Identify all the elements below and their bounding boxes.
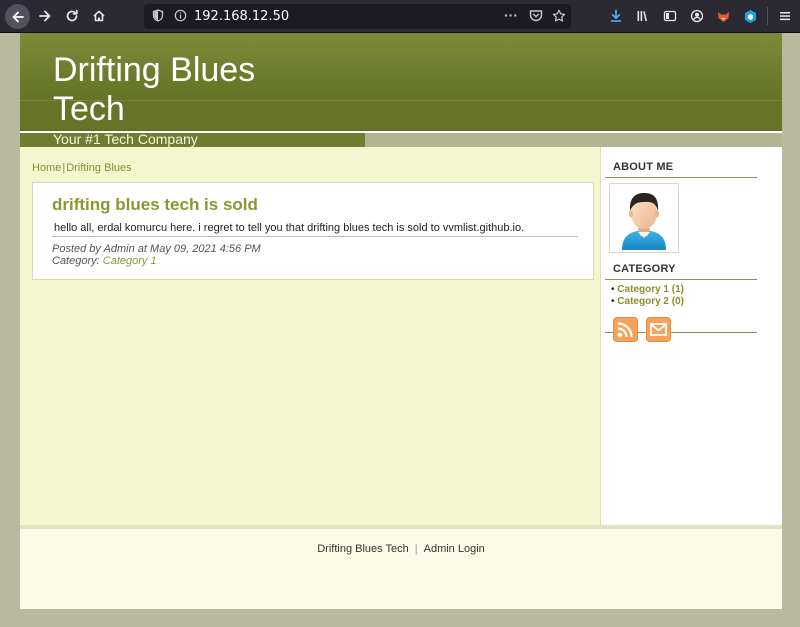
post-divider bbox=[52, 236, 578, 237]
admin-login-link[interactable]: Admin Login bbox=[424, 543, 485, 555]
main-content: Home|Drifting Blues drifting blues tech … bbox=[20, 147, 600, 525]
home-icon bbox=[93, 10, 105, 22]
post-title[interactable]: drifting blues tech is sold bbox=[52, 195, 258, 215]
category-heading: CATEGORY bbox=[613, 263, 676, 275]
site-info-icon[interactable] bbox=[174, 9, 187, 27]
list-item: • Category 2 (0) bbox=[611, 296, 684, 308]
breadcrumb-home-link[interactable]: Home bbox=[32, 162, 61, 174]
download-icon bbox=[611, 9, 621, 22]
url-bar[interactable]: 192.168.12.50 ··· bbox=[144, 4, 571, 29]
sidebar: ABOUT ME CATEGORY • Category 1 (1) • Cat… bbox=[600, 147, 782, 525]
rss-icon bbox=[617, 322, 633, 338]
site-header: Drifting Blues Tech bbox=[20, 33, 782, 133]
site-tagline: Your #1 Tech Company bbox=[53, 131, 198, 147]
browser-toolbar: 192.168.12.50 ··· bbox=[0, 0, 800, 32]
url-text[interactable]: 192.168.12.50 bbox=[194, 9, 289, 24]
cube-extension-icon bbox=[744, 9, 756, 23]
email-icon bbox=[650, 323, 667, 336]
avatar bbox=[609, 183, 679, 253]
breadcrumb-separator: | bbox=[62, 162, 66, 174]
site-footer: Drifting Blues Tech | Admin Login bbox=[20, 529, 782, 609]
account-button[interactable] bbox=[685, 4, 709, 28]
library-button[interactable] bbox=[631, 4, 655, 28]
downloads-button[interactable] bbox=[604, 4, 628, 28]
fox-extension-icon bbox=[717, 11, 729, 22]
extension-cube-button[interactable] bbox=[738, 4, 762, 28]
list-item: • Category 1 (1) bbox=[611, 284, 684, 296]
rss-feed-button[interactable] bbox=[613, 317, 638, 342]
reload-button[interactable] bbox=[60, 4, 84, 28]
arrow-left-icon bbox=[12, 11, 24, 22]
post-category-link[interactable]: Category 1 bbox=[103, 255, 157, 267]
list-bullet: • bbox=[611, 284, 615, 295]
extension-fox-button[interactable] bbox=[711, 4, 735, 28]
page-actions-icon[interactable]: ··· bbox=[504, 7, 518, 23]
blog-post: drifting blues tech is sold hello all, e… bbox=[32, 182, 594, 280]
hamburger-menu-icon bbox=[780, 12, 790, 21]
category-list: • Category 1 (1) • Category 2 (0) bbox=[611, 284, 684, 308]
list-bullet: • bbox=[611, 296, 615, 307]
category-divider bbox=[605, 279, 757, 280]
site-title[interactable]: Drifting Blues Tech bbox=[53, 51, 293, 129]
footer-site-link[interactable]: Drifting Blues Tech bbox=[317, 543, 409, 555]
post-meta: Posted by Admin at May 09, 2021 4:56 PM … bbox=[52, 243, 261, 267]
library-icon bbox=[637, 11, 647, 22]
sidebar-toggle-button[interactable] bbox=[658, 4, 682, 28]
post-meta-category-label: Category: bbox=[52, 255, 100, 267]
breadcrumb-current[interactable]: Drifting Blues bbox=[66, 162, 131, 174]
category-link[interactable]: Category 1 (1) bbox=[617, 284, 684, 295]
post-meta-posted: Posted by Admin at May 09, 2021 4:56 PM bbox=[52, 243, 261, 255]
pocket-icon[interactable] bbox=[529, 9, 543, 27]
post-body: hello all, erdal komurcu here. i regret … bbox=[54, 222, 525, 234]
footer-links: Drifting Blues Tech | Admin Login bbox=[20, 543, 782, 555]
breadcrumb: Home|Drifting Blues bbox=[32, 162, 132, 174]
tracking-protection-icon[interactable] bbox=[152, 9, 164, 27]
back-button[interactable] bbox=[5, 4, 30, 29]
email-subscribe-button[interactable] bbox=[646, 317, 671, 342]
tagline-bar-rest bbox=[365, 132, 782, 147]
menu-button[interactable] bbox=[773, 4, 797, 28]
forward-button[interactable] bbox=[33, 4, 57, 28]
about-me-heading: ABOUT ME bbox=[613, 161, 674, 173]
about-me-divider bbox=[605, 177, 757, 178]
arrow-right-icon bbox=[39, 10, 51, 22]
user-avatar-icon bbox=[622, 193, 666, 250]
web-page: Drifting Blues Tech Your #1 Tech Company… bbox=[20, 33, 782, 609]
account-icon bbox=[690, 9, 704, 23]
reload-icon bbox=[66, 9, 78, 22]
bookmark-star-icon[interactable] bbox=[552, 9, 566, 28]
sidebar-icon bbox=[663, 10, 677, 22]
toolbar-separator bbox=[767, 7, 768, 25]
category-link[interactable]: Category 2 (0) bbox=[617, 296, 684, 307]
footer-separator: | bbox=[414, 543, 418, 555]
home-button[interactable] bbox=[87, 4, 111, 28]
